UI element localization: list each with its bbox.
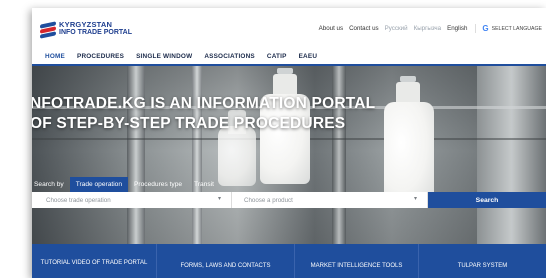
lang-kyrgyz-link[interactable]: Кыргызча bbox=[414, 25, 442, 32]
search-button[interactable]: Search bbox=[428, 192, 546, 208]
nav-item-associations[interactable]: ASSOCIATIONS bbox=[204, 53, 255, 60]
google-translate-icon: G bbox=[482, 24, 489, 33]
trade-operation-placeholder: Choose trade operation bbox=[46, 196, 111, 204]
nav-item-single-window[interactable]: SINGLE WINDOW bbox=[136, 53, 192, 60]
trade-operation-select[interactable]: Choose trade operation ▾ bbox=[32, 192, 232, 208]
main-nav: HOME PROCEDURES SINGLE WINDOW ASSOCIATIO… bbox=[32, 48, 546, 66]
logo-text: KYRGYZSTAN INFO TRADE PORTAL bbox=[59, 21, 132, 37]
hero-headline-line-2: OF STEP-BY-STEP TRADE PROCEDURES bbox=[32, 115, 346, 132]
search-bar: Choose trade operation ▾ Choose a produc… bbox=[32, 192, 546, 208]
site-logo[interactable]: KYRGYZSTAN INFO TRADE PORTAL bbox=[40, 18, 140, 40]
lang-english-link[interactable]: English bbox=[447, 25, 467, 32]
logo-line-1: KYRGYZSTAN bbox=[59, 20, 113, 29]
top-links: About us Contact us Русский Кыргызча Eng… bbox=[313, 24, 542, 33]
logo-stripes-icon bbox=[40, 20, 56, 39]
nav-item-catip[interactable]: CATIP bbox=[267, 53, 287, 60]
select-language-button[interactable]: G SELECT LANGUAGE bbox=[475, 24, 542, 33]
hero-headline-line-1: NFOTRADE.KG IS AN INFORMATION PORTAL bbox=[32, 95, 376, 112]
tab-procedures-type[interactable]: Procedures type bbox=[128, 177, 188, 192]
search-tabs: Search by Trade operation Procedures typ… bbox=[32, 177, 220, 192]
market-intelligence-tab[interactable]: MARKET INTELLIGENCE TOOLS bbox=[295, 244, 419, 278]
nav-item-eaeu[interactable]: EAEU bbox=[299, 53, 318, 60]
contact-us-link[interactable]: Contact us bbox=[349, 25, 379, 32]
nav-item-procedures[interactable]: PROCEDURES bbox=[77, 53, 124, 60]
product-select[interactable]: Choose a product ▾ bbox=[232, 192, 428, 208]
tab-transit[interactable]: Transit bbox=[188, 177, 220, 192]
logo-line-2: INFO TRADE PORTAL bbox=[59, 29, 132, 36]
hero-headline: NFOTRADE.KG IS AN INFORMATION PORTAL OF … bbox=[32, 94, 375, 134]
feature-tabs: TUTORIAL VIDEO OF TRADE PORTAL FORMS, LA… bbox=[32, 244, 546, 278]
product-placeholder: Choose a product bbox=[244, 196, 293, 204]
about-us-link[interactable]: About us bbox=[319, 25, 343, 32]
tab-trade-operation[interactable]: Trade operation bbox=[69, 177, 129, 192]
nav-item-home[interactable]: HOME bbox=[45, 53, 65, 60]
browser-viewport: KYRGYZSTAN INFO TRADE PORTAL About us Co… bbox=[32, 8, 546, 278]
site-header: KYRGYZSTAN INFO TRADE PORTAL About us Co… bbox=[32, 8, 546, 50]
select-language-label: SELECT LANGUAGE bbox=[491, 25, 542, 32]
lang-russian-link[interactable]: Русский bbox=[385, 25, 408, 32]
tutorial-video-tab[interactable]: TUTORIAL VIDEO OF TRADE PORTAL bbox=[32, 244, 157, 278]
tulpar-system-tab[interactable]: TULPAR SYSTEM bbox=[419, 244, 546, 278]
hero-banner: NFOTRADE.KG IS AN INFORMATION PORTAL OF … bbox=[32, 66, 546, 278]
forms-laws-contacts-tab[interactable]: FORMS, LAWS AND CONTACTS bbox=[157, 244, 295, 278]
chevron-down-icon: ▾ bbox=[413, 196, 417, 202]
chevron-down-icon: ▾ bbox=[217, 196, 221, 202]
search-by-label: Search by bbox=[34, 181, 64, 188]
